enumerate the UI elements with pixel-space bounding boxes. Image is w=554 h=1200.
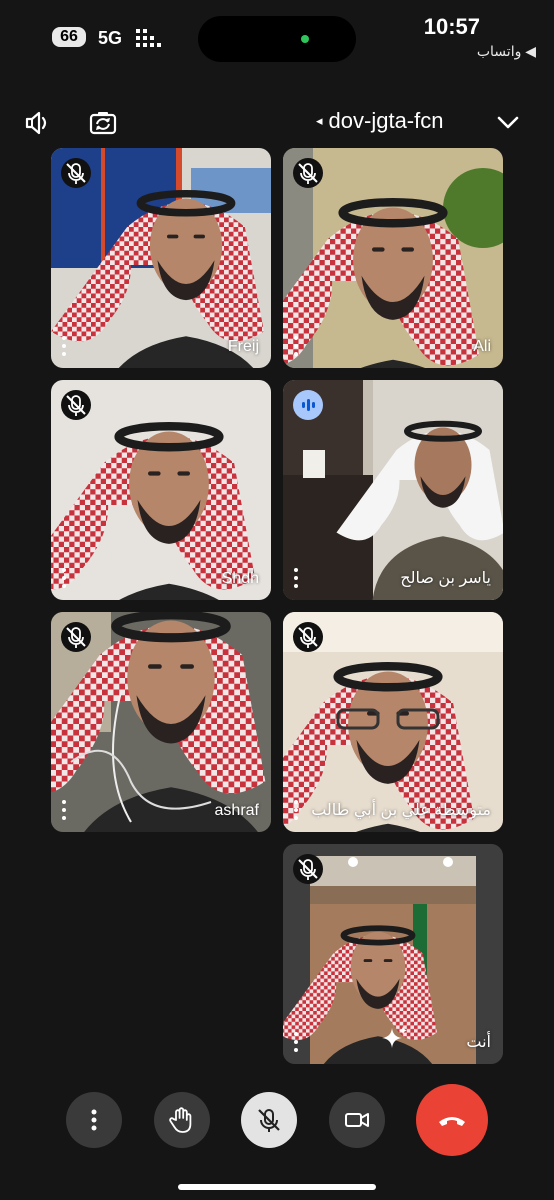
participant-name: أنت (466, 1034, 491, 1051)
home-indicator (178, 1184, 376, 1190)
participant-tile-ali-school[interactable]: متوسطة علي بن أبي طالب (283, 612, 503, 832)
participant-tile-shdh[interactable]: Shdh (51, 380, 271, 600)
mic-off-icon (61, 622, 91, 652)
microphone-toggle-button[interactable] (241, 1092, 297, 1148)
battery-indicator: 66 (52, 27, 86, 47)
participant-tile-freij[interactable]: Freij (51, 148, 271, 368)
more-options-icon[interactable] (59, 568, 69, 590)
participant-tile-ali[interactable]: Ali (283, 148, 503, 368)
mic-off-icon (61, 390, 91, 420)
video-camera-icon (345, 1113, 369, 1127)
hang-up-icon (439, 1117, 465, 1126)
speaking-indicator-icon (293, 390, 323, 420)
mic-off-icon (293, 622, 323, 652)
more-options-icon[interactable] (291, 336, 301, 358)
hand-icon (169, 1107, 192, 1133)
raise-hand-button[interactable] (154, 1092, 210, 1148)
mic-off-icon (258, 1109, 280, 1132)
participant-name: Shdh (221, 570, 259, 587)
end-call-button[interactable] (416, 1084, 488, 1156)
mic-off-icon (293, 158, 323, 188)
participant-tile-ashraf[interactable]: ashraf (51, 612, 271, 832)
switch-camera-icon[interactable] (88, 108, 118, 138)
status-bar: 66 5G 10:57 ◀ واتساب (0, 0, 554, 70)
more-options-button[interactable] (66, 1092, 122, 1148)
clock: 10:57 (423, 14, 480, 39)
mic-off-icon (61, 158, 91, 188)
camera-toggle-button[interactable] (329, 1092, 385, 1148)
mic-off-icon (293, 854, 323, 884)
effects-sparkle-icon[interactable] (379, 1024, 409, 1054)
more-options-icon[interactable] (291, 1032, 301, 1054)
signal-icon (136, 29, 162, 47)
camera-in-use-indicator (301, 35, 309, 43)
dynamic-island (198, 16, 356, 62)
speaker-icon[interactable] (22, 108, 52, 138)
more-options-icon[interactable] (291, 800, 301, 822)
participant-name: ashraf (214, 802, 259, 819)
participant-name: Ali (473, 338, 491, 355)
meeting-code-arrow-icon: ◂ (316, 113, 323, 128)
participant-tile-self[interactable]: أنت (283, 844, 503, 1064)
more-options-icon[interactable] (59, 800, 69, 822)
participant-tile-yasser[interactable]: ياسر بن صالح (283, 380, 503, 600)
more-options-icon[interactable] (59, 336, 69, 358)
meeting-code-text: dov-jgta-fcn (328, 108, 444, 133)
more-options-icon[interactable] (291, 568, 301, 590)
meeting-code[interactable]: ◂ dov-jgta-fcn (316, 108, 443, 134)
participant-name: متوسطة علي بن أبي طالب (311, 802, 491, 819)
participant-name: Freij (227, 338, 259, 355)
chevron-down-icon[interactable] (496, 110, 520, 134)
network-type: 5G (98, 28, 123, 48)
participant-name: ياسر بن صالح (400, 570, 491, 587)
back-to-app-link[interactable]: ◀ واتساب (477, 43, 536, 60)
more-vert-icon (91, 1109, 97, 1131)
